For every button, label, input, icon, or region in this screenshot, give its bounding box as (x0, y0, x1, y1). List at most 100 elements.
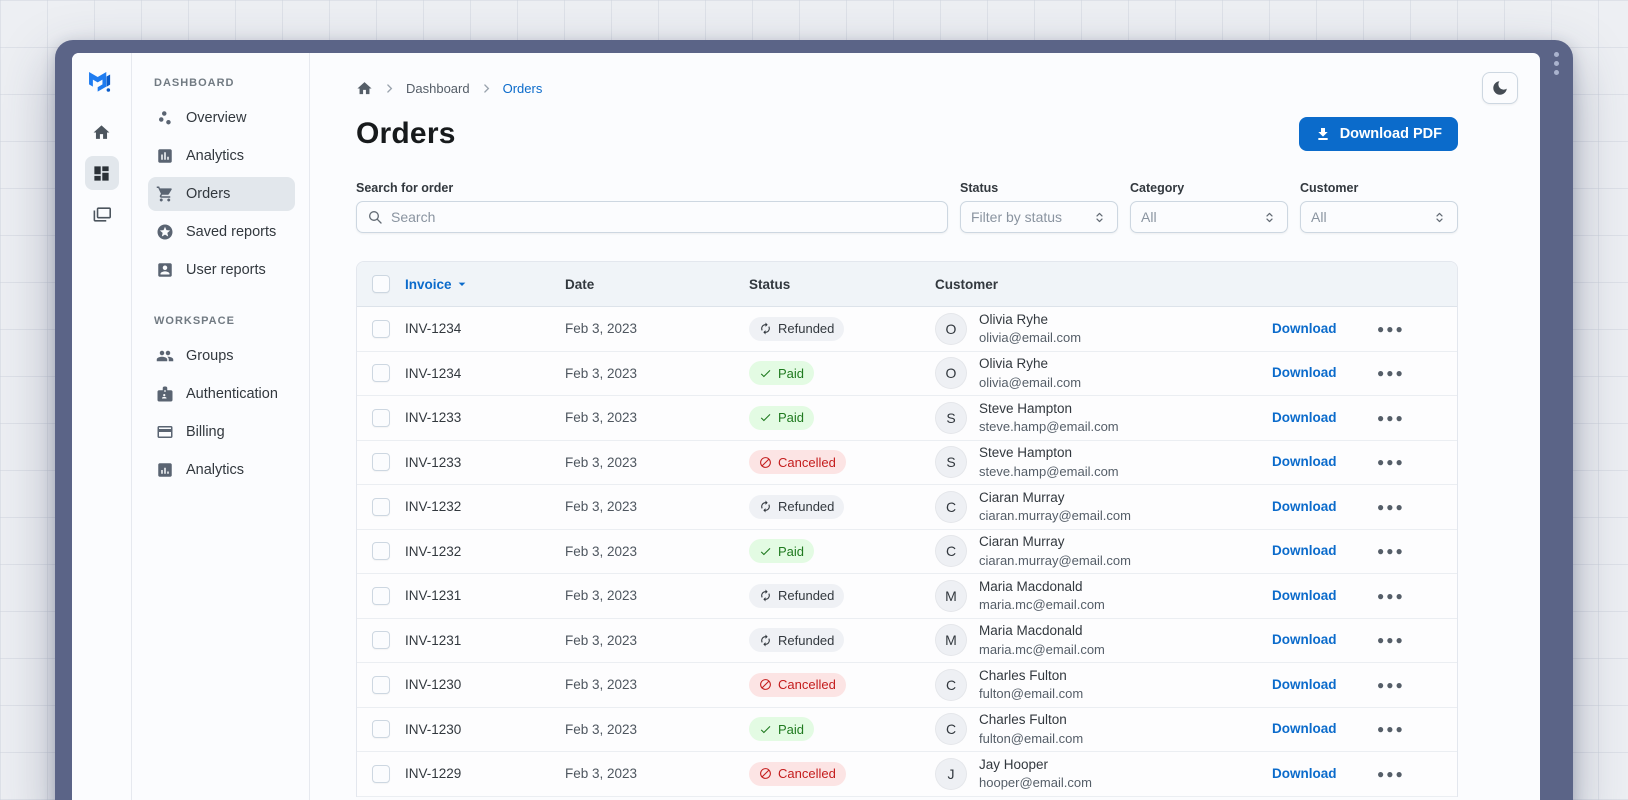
dark-mode-toggle[interactable] (1482, 72, 1518, 104)
block-icon (760, 456, 771, 468)
sidebar-item-label: Analytics (186, 462, 245, 478)
search-input[interactable] (391, 209, 937, 225)
table-row: INV-1230 Feb 3, 2023 Paid C Charles Fult… (357, 707, 1457, 752)
avatar: C (935, 490, 967, 523)
sidebar-item-authentication[interactable]: Authentication (148, 377, 295, 411)
row-menu-icon[interactable]: ●●● (1377, 633, 1405, 647)
row-menu-icon[interactable]: ●●● (1377, 322, 1405, 336)
status-chip: Cancelled (749, 761, 846, 786)
download-link[interactable]: Download (1272, 499, 1337, 514)
home-icon[interactable] (356, 80, 373, 97)
row-menu-icon[interactable]: ●●● (1377, 366, 1405, 380)
column-header-invoice[interactable]: Invoice (405, 276, 565, 292)
invoice-cell: INV-1232 (405, 499, 462, 515)
customer-name: Maria Macdonald (979, 623, 1083, 639)
rail-layers-button[interactable] (85, 197, 119, 231)
sidebar-item-billing[interactable]: Billing (148, 415, 295, 449)
row-menu-icon[interactable]: ●●● (1377, 455, 1405, 469)
row-checkbox[interactable] (372, 364, 390, 383)
row-menu-icon[interactable]: ●●● (1377, 678, 1405, 692)
customer-name: Jay Hooper (979, 756, 1049, 772)
row-menu-icon[interactable]: ●●● (1377, 767, 1405, 781)
sidebar-item-user-reports[interactable]: User reports (148, 253, 295, 287)
dashboard-grid-icon (94, 165, 109, 181)
sidebar-item-overview[interactable]: Overview (148, 101, 295, 135)
search-label: Search for order (356, 181, 454, 195)
app-window: DASHBOARD Overview Analytics Orders Save… (55, 40, 1573, 800)
row-menu-icon[interactable]: ●●● (1377, 500, 1405, 514)
row-checkbox[interactable] (372, 720, 390, 739)
sidebar-item-orders[interactable]: Orders (148, 177, 295, 211)
download-link[interactable]: Download (1272, 410, 1337, 425)
table-row: INV-1231 Feb 3, 2023 Refunded M Maria Ma… (357, 574, 1457, 619)
download-link[interactable]: Download (1272, 321, 1337, 336)
customer-name: Olivia Ryhe (979, 356, 1049, 372)
status-filter-select[interactable]: Filter by status (960, 201, 1118, 233)
status-label: Paid (778, 365, 805, 381)
status-label: Paid (778, 721, 805, 737)
section-label-workspace: WORKSPACE (154, 315, 235, 327)
unfold-icon (1436, 212, 1443, 222)
scrollbar-thumb[interactable] (1550, 52, 1563, 75)
customer-email: steve.hamp@email.com (979, 419, 1119, 435)
row-menu-icon[interactable]: ●●● (1377, 722, 1405, 736)
select-all-checkbox[interactable] (372, 275, 390, 293)
sidebar-item-label: Authentication (186, 386, 278, 402)
star-circle-icon (157, 224, 173, 240)
customer-email: hooper@email.com (979, 775, 1092, 791)
row-checkbox[interactable] (372, 497, 390, 516)
chevron-right-icon (387, 83, 393, 93)
customer-name: Ciaran Murray (979, 534, 1065, 550)
download-link[interactable]: Download (1272, 543, 1337, 558)
download-link[interactable]: Download (1272, 365, 1337, 380)
download-pdf-button[interactable]: Download PDF (1298, 117, 1458, 151)
customer-email: ciaran.murray@email.com (979, 552, 1131, 568)
customer-name: Steve Hampton (979, 400, 1073, 416)
sort-arrow-icon (458, 282, 465, 286)
row-checkbox[interactable] (372, 631, 390, 650)
download-link[interactable]: Download (1272, 766, 1337, 781)
download-link[interactable]: Download (1272, 454, 1337, 469)
status-label: Refunded (778, 499, 835, 515)
sidebar-item-analytics[interactable]: Analytics (148, 139, 295, 173)
sidebar-item-analytics-workspace[interactable]: Analytics (148, 453, 295, 487)
rail-dashboard-button[interactable] (84, 156, 119, 190)
row-menu-icon[interactable]: ●●● (1377, 411, 1405, 425)
table-row: INV-1233 Feb 3, 2023 Cancelled S Steve H… (357, 440, 1457, 485)
row-menu-icon[interactable]: ●●● (1377, 589, 1405, 603)
category-filter-select[interactable]: All (1130, 201, 1288, 233)
refund-icon (761, 589, 770, 602)
download-link[interactable]: Download (1272, 632, 1337, 647)
row-checkbox[interactable] (372, 453, 390, 472)
home-icon (93, 124, 110, 139)
download-link[interactable]: Download (1272, 588, 1337, 603)
row-checkbox[interactable] (372, 586, 390, 605)
table-row: INV-1234 Feb 3, 2023 Refunded O Olivia R… (357, 307, 1457, 352)
customer-email: ciaran.murray@email.com (979, 508, 1131, 524)
invoice-cell: INV-1234 (405, 365, 462, 381)
date-cell: Feb 3, 2023 (565, 588, 638, 604)
table-row: INV-1233 Feb 3, 2023 Paid S Steve Hampto… (357, 396, 1457, 441)
download-link[interactable]: Download (1272, 721, 1337, 736)
row-checkbox[interactable] (372, 675, 390, 694)
row-checkbox[interactable] (372, 319, 390, 338)
sidebar: DASHBOARD Overview Analytics Orders Save… (132, 53, 310, 800)
sidebar-item-groups[interactable]: Groups (148, 339, 295, 373)
unfold-icon (1266, 212, 1273, 222)
download-link[interactable]: Download (1272, 677, 1337, 692)
row-menu-icon[interactable]: ●●● (1377, 544, 1405, 558)
customer-email: fulton@email.com (979, 730, 1084, 746)
sidebar-item-saved-reports[interactable]: Saved reports (148, 215, 295, 249)
rail-home-button[interactable] (85, 115, 119, 149)
table-row: INV-1234 Feb 3, 2023 Paid O Olivia Ryhe … (357, 351, 1457, 396)
invoice-cell: INV-1232 (405, 543, 462, 559)
row-checkbox[interactable] (372, 764, 390, 783)
row-checkbox[interactable] (372, 408, 390, 427)
table-row: INV-1232 Feb 3, 2023 Refunded C Ciaran M… (357, 485, 1457, 530)
date-cell: Feb 3, 2023 (565, 543, 638, 559)
invoice-cell: INV-1231 (405, 588, 462, 604)
breadcrumb-dashboard[interactable]: Dashboard (406, 81, 470, 96)
row-checkbox[interactable] (372, 542, 390, 561)
table-row: INV-1230 Feb 3, 2023 Cancelled C Charles… (357, 663, 1457, 708)
customer-filter-select[interactable]: All (1300, 201, 1458, 233)
